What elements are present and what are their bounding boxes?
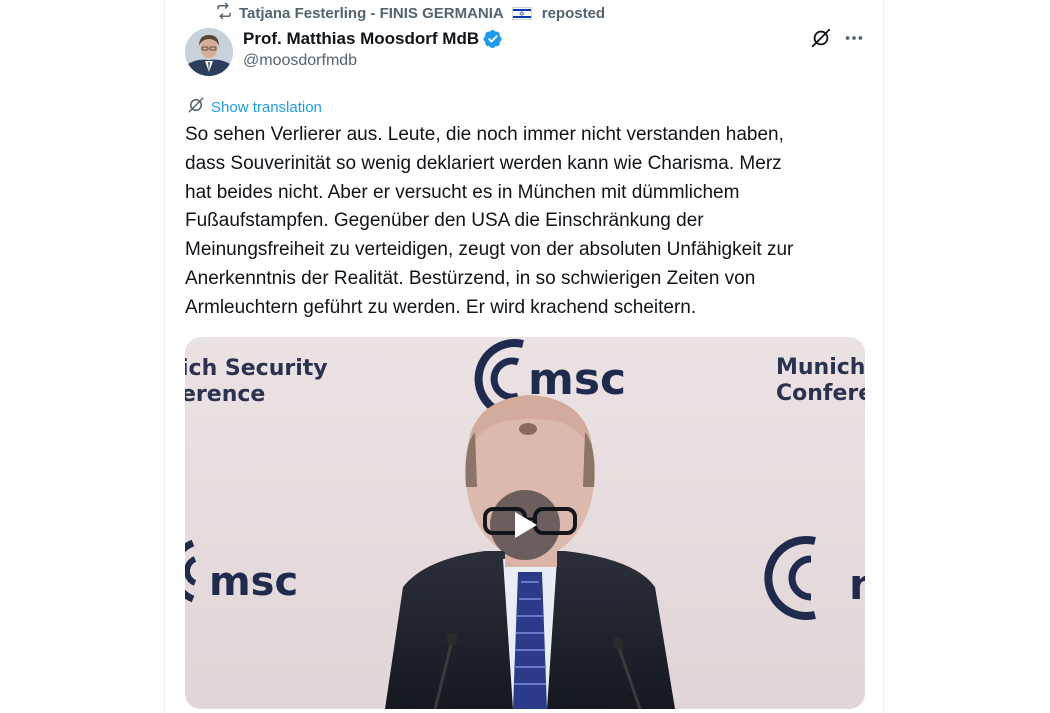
left-sign-line-1: ich Security xyxy=(185,356,328,381)
video-player[interactable]: msc ich Security erence Munich Conferen … xyxy=(185,337,865,709)
reposter-name[interactable]: Tatjana Festerling - FINIS GERMANIA xyxy=(239,5,504,22)
play-triangle xyxy=(515,512,537,538)
show-translation-label[interactable]: Show translation xyxy=(211,99,322,116)
repost-indicator[interactable]: Tatjana Festerling - FINIS GERMANIA ✡ re… xyxy=(215,2,606,24)
author-display-name[interactable]: Prof. Matthias Moosdorf MdB xyxy=(243,29,479,49)
right-sign: Munich Conferen xyxy=(776,355,865,406)
timeline-column: Tatjana Festerling - FINIS GERMANIA ✡ re… xyxy=(164,0,884,713)
play-icon[interactable] xyxy=(490,490,560,560)
right-sign-line-2: Conferen xyxy=(776,381,865,406)
repost-label: reposted xyxy=(541,4,606,22)
translate-icon xyxy=(187,96,205,118)
msc-logo-left-text: msc xyxy=(209,559,298,605)
right-sign-line-1: Munich xyxy=(776,355,865,380)
show-translation-link[interactable]: Show translation xyxy=(187,96,322,118)
author-block: Prof. Matthias Moosdorf MdB @moosdorfmdb xyxy=(243,28,503,70)
author-handle[interactable]: @moosdorfmdb xyxy=(243,52,503,70)
msc-logo-right-text: n xyxy=(849,560,865,609)
tweet-text: So sehen Verlierer aus. Leute, die noch … xyxy=(185,124,794,318)
israel-flag-icon: ✡ xyxy=(511,6,532,20)
verified-badge-icon[interactable] xyxy=(483,29,503,49)
grok-icon[interactable] xyxy=(810,27,832,49)
avatar[interactable] xyxy=(185,28,233,76)
repost-icon xyxy=(215,2,233,24)
left-sign-line-2: erence xyxy=(185,382,265,407)
more-icon[interactable] xyxy=(843,27,865,49)
